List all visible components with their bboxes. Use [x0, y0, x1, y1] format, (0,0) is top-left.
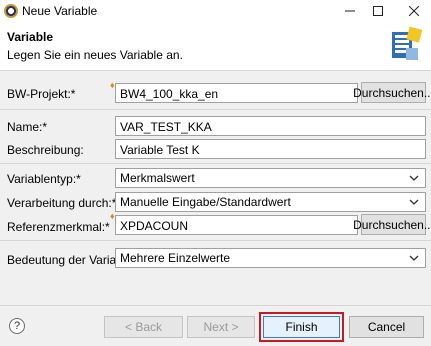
chevron-down-icon	[409, 175, 419, 181]
footer-separator	[0, 305, 431, 306]
beschreibung-field[interactable]: Variable Test K	[115, 139, 426, 159]
minimize-icon	[345, 10, 355, 12]
finish-button[interactable]: Finish	[263, 316, 340, 338]
name-label: Name:*	[7, 120, 48, 134]
verarbeitung-value: Manuelle Eingabe/Standardwert	[120, 195, 291, 209]
section-separator	[0, 109, 431, 110]
eclipse-app-icon	[4, 4, 18, 18]
bw-projekt-browse-button[interactable]: Durchsuchen...	[353, 82, 431, 103]
chevron-down-icon	[409, 255, 419, 261]
required-marker-icon: ♦	[110, 211, 115, 221]
close-button[interactable]	[396, 0, 431, 22]
close-icon	[408, 6, 419, 16]
verarbeitung-dropdown[interactable]: Manuelle Eingabe/Standardwert	[115, 192, 426, 212]
chevron-down-icon	[409, 199, 419, 205]
section-separator	[0, 163, 431, 164]
bedeutung-dropdown[interactable]: Mehrere Einzelwerte	[115, 248, 426, 268]
wizard-header	[0, 22, 431, 70]
variablentyp-label: Variablentyp:*	[7, 172, 81, 186]
maximize-icon	[373, 6, 383, 16]
bw-projekt-field[interactable]: BW4_100_kka_en	[115, 83, 358, 103]
wizard-title: Variable	[7, 30, 54, 44]
maximize-button[interactable]	[364, 0, 392, 22]
verarbeitung-label: Verarbeitung durch:*	[7, 196, 117, 210]
cancel-button[interactable]: Cancel	[349, 316, 424, 338]
help-icon[interactable]: ?	[9, 318, 25, 334]
header-separator	[0, 70, 431, 71]
bw-projekt-label: BW-Projekt:*	[7, 87, 76, 101]
variablentyp-dropdown[interactable]: Merkmalswert	[115, 168, 426, 188]
referenzmerkmal-label: Referenzmerkmal:*	[7, 220, 110, 234]
bedeutung-value: Mehrere Einzelwerte	[120, 251, 231, 265]
new-variable-wizard-icon	[392, 26, 423, 60]
required-marker-icon: ♦	[110, 80, 115, 90]
name-field[interactable]: VAR_TEST_KKA	[115, 116, 426, 136]
section-separator	[0, 240, 431, 241]
back-button[interactable]: < Back	[104, 316, 183, 338]
minimize-button[interactable]	[336, 0, 364, 22]
window-title: Neue Variable	[22, 4, 98, 18]
referenzmerkmal-browse-button[interactable]: Durchsuchen...	[353, 214, 431, 235]
next-button[interactable]: Next >	[187, 316, 255, 338]
beschreibung-label: Beschreibung:	[7, 143, 84, 157]
referenzmerkmal-field[interactable]: XPDACOUN	[115, 215, 358, 235]
wizard-description: Legen Sie ein neues Variable an.	[7, 48, 183, 62]
variablentyp-value: Merkmalswert	[120, 171, 195, 185]
